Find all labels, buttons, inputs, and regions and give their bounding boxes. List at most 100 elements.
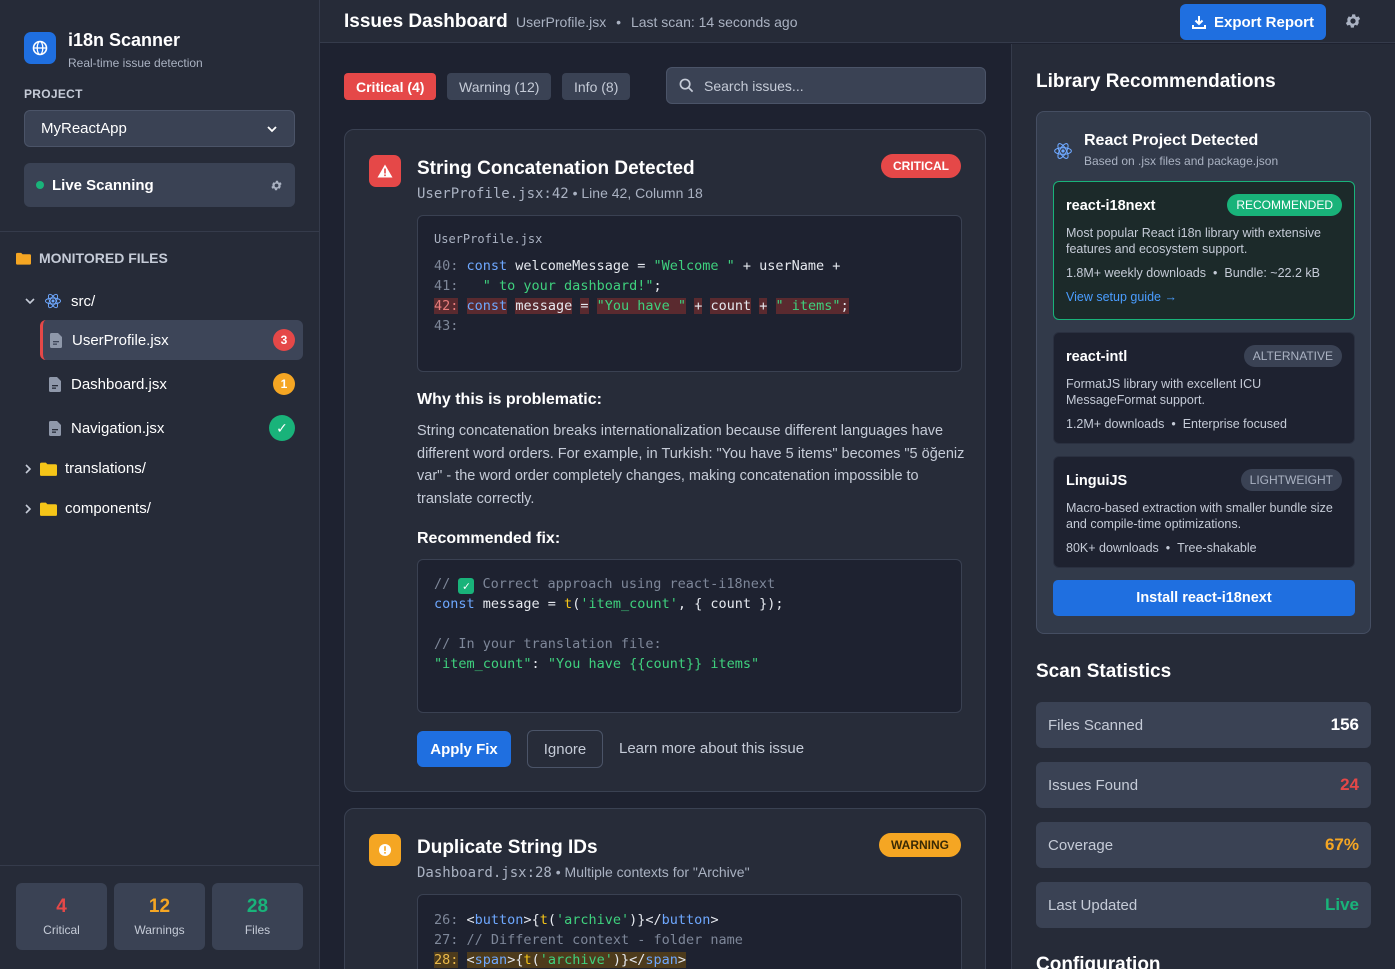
export-report-button[interactable]: Export Report bbox=[1180, 4, 1326, 40]
issue-title: String Concatenation Detected bbox=[417, 158, 695, 179]
file-item-userprofile[interactable]: UserProfile.jsx 3 bbox=[40, 320, 303, 360]
stat-critical: 4 Critical bbox=[16, 883, 107, 950]
configuration-title: Configuration bbox=[1036, 954, 1161, 969]
lib-description: FormatJS library with excellent ICU Mess… bbox=[1066, 377, 1262, 407]
lib-tag: LIGHTWEIGHT bbox=[1240, 469, 1342, 491]
stat-label: Last Updated bbox=[1048, 896, 1138, 914]
search-input[interactable] bbox=[704, 77, 964, 94]
lib-card-linguijs[interactable]: LinguiJS LIGHTWEIGHT Macro-based extract… bbox=[1053, 456, 1355, 568]
tab-warning[interactable]: Warning (12) bbox=[447, 73, 552, 100]
code-line: // ✓ Correct approach using react-i18nex… bbox=[434, 576, 776, 594]
fix-code-snippet: // ✓ Correct approach using react-i18nex… bbox=[417, 559, 962, 713]
why-heading: Why this is problematic: bbox=[417, 391, 602, 408]
globe-icon bbox=[24, 32, 56, 64]
file-icon bbox=[49, 420, 61, 436]
stat-coverage: Coverage 67% bbox=[1036, 822, 1371, 868]
meta-separator: • bbox=[1165, 541, 1171, 555]
brand-title: i18n Scanner bbox=[68, 30, 181, 50]
folder-icon bbox=[40, 462, 57, 476]
tree-folder-src[interactable]: src/ bbox=[24, 292, 95, 310]
lib-downloads: 1.2M+ downloads bbox=[1066, 417, 1165, 431]
download-icon bbox=[1191, 16, 1206, 29]
tab-info[interactable]: Info (8) bbox=[562, 73, 631, 100]
lib-meta: 1.8M+ weekly downloads • Bundle: ~22.2 kB bbox=[1066, 266, 1320, 280]
learn-more-link[interactable]: Learn more about this issue bbox=[619, 740, 804, 757]
project-select[interactable]: MyReactApp bbox=[24, 110, 295, 147]
stat-files: 28 Files bbox=[212, 883, 303, 950]
code-filename: UserProfile.jsx bbox=[434, 232, 543, 246]
view-setup-guide-link[interactable]: View setup guide → bbox=[1066, 290, 1177, 304]
apply-fix-button[interactable]: Apply Fix bbox=[417, 731, 511, 767]
lib-extra: Bundle: ~22.2 kB bbox=[1224, 266, 1320, 280]
severity-badge: CRITICAL bbox=[881, 154, 961, 178]
tab-critical[interactable]: Critical (4) bbox=[344, 73, 437, 100]
lib-card-react-intl[interactable]: react-intl ALTERNATIVE FormatJS library … bbox=[1053, 332, 1355, 444]
stat-value: 156 bbox=[1330, 715, 1359, 734]
stat-value: 67% bbox=[1324, 835, 1359, 854]
export-report-label: Export Report bbox=[1213, 13, 1314, 31]
issue-context: • Multiple contexts for "Archive" bbox=[551, 864, 750, 880]
tree-folder-components-label: components/ bbox=[65, 500, 151, 517]
stat-label: Files Scanned bbox=[1048, 716, 1144, 734]
folder-icon bbox=[16, 252, 31, 265]
stat-value: 24 bbox=[1340, 775, 1359, 794]
monitored-files-heading: MONITORED FILES bbox=[16, 250, 168, 266]
stat-label: Warnings bbox=[134, 923, 185, 937]
sidebar: i18n Scanner Real-time issue detection P… bbox=[0, 0, 320, 969]
stat-label: Critical bbox=[43, 923, 80, 937]
brand: i18n Scanner Real-time issue detection bbox=[24, 30, 203, 70]
issue-line-col: • Line 42, Column 18 bbox=[568, 185, 703, 201]
stat-label: Files bbox=[244, 923, 271, 937]
lib-card-react-i18next[interactable]: react-i18next RECOMMENDED Most popular R… bbox=[1053, 181, 1355, 320]
search-box bbox=[666, 67, 986, 104]
severity-badge: WARNING bbox=[879, 833, 961, 857]
meta-separator: • bbox=[616, 14, 622, 30]
code-line: 26: <button>{t('archive')}</button> bbox=[434, 912, 719, 928]
file-icon bbox=[49, 376, 61, 392]
file-item-dashboard[interactable]: Dashboard.jsx 1 bbox=[40, 364, 303, 404]
install-react-i18next-button[interactable]: Install react-i18next bbox=[1053, 580, 1355, 616]
tree-folder-translations[interactable]: translations/ bbox=[22, 460, 146, 477]
lib-name: react-intl bbox=[1066, 349, 1128, 365]
lib-extra: Tree-shakable bbox=[1177, 541, 1257, 555]
live-status-dot bbox=[36, 181, 44, 189]
issue-file-ref: UserProfile.jsx:42 bbox=[417, 186, 569, 202]
file-icon bbox=[50, 332, 62, 348]
live-scanning-toggle[interactable]: Live Scanning bbox=[24, 163, 295, 207]
code-snippet: 26: <button>{t('archive')}</button> 27: … bbox=[417, 894, 962, 969]
ignore-button[interactable]: Ignore bbox=[527, 730, 603, 768]
last-scan: Last scan: 14 seconds ago bbox=[630, 14, 798, 30]
code-line-highlighted: 42: const message = "You have " + count … bbox=[434, 298, 849, 314]
react-detected-subtitle: Based on .jsx files and package.json bbox=[1084, 154, 1279, 168]
stat-value: 28 bbox=[246, 896, 269, 917]
stat-warnings: 12 Warnings bbox=[114, 883, 205, 950]
library-recommendations-title: Library Recommendations bbox=[1036, 71, 1276, 92]
gear-icon[interactable] bbox=[270, 179, 283, 192]
lib-tag: RECOMMENDED bbox=[1227, 194, 1342, 216]
code-line: "item_count": "You have {{count}} items" bbox=[434, 656, 760, 672]
stat-files-scanned: Files Scanned 156 bbox=[1036, 702, 1371, 748]
search-icon bbox=[679, 78, 694, 93]
scan-statistics-title: Scan Statistics bbox=[1036, 661, 1172, 682]
tree-folder-components[interactable]: components/ bbox=[22, 500, 151, 517]
settings-button[interactable] bbox=[1344, 12, 1362, 33]
stat-issues-found: Issues Found 24 bbox=[1036, 762, 1371, 808]
issue-location: Dashboard.jsx:28 • Multiple contexts for… bbox=[417, 864, 750, 881]
file-name: Dashboard.jsx bbox=[71, 375, 167, 393]
lib-downloads: 1.8M+ weekly downloads bbox=[1066, 266, 1207, 280]
lib-description: Most popular React i18n library with ext… bbox=[1066, 226, 1321, 256]
main-content: Critical (4) Warning (12) Info (8) Strin… bbox=[320, 44, 1010, 969]
live-scanning-label: Live Scanning bbox=[52, 176, 154, 194]
file-name: UserProfile.jsx bbox=[72, 331, 169, 349]
chevron-right-icon bbox=[25, 463, 32, 474]
stat-last-updated: Last Updated Live bbox=[1036, 882, 1371, 928]
file-item-navigation[interactable]: Navigation.jsx ✓ bbox=[40, 408, 303, 448]
issue-title: Duplicate String IDs bbox=[417, 837, 598, 858]
code-snippet: UserProfile.jsx 40: const welcomeMessage… bbox=[417, 215, 962, 372]
alert-circle-icon bbox=[369, 834, 401, 866]
top-header: Issues Dashboard UserProfile.jsx • Last … bbox=[320, 0, 1395, 43]
library-recommendations-panel: React Project Detected Based on .jsx fil… bbox=[1036, 111, 1371, 634]
sidebar-divider bbox=[0, 231, 319, 232]
chevron-down-icon bbox=[267, 125, 277, 132]
issue-count-badge: 1 bbox=[273, 373, 295, 395]
